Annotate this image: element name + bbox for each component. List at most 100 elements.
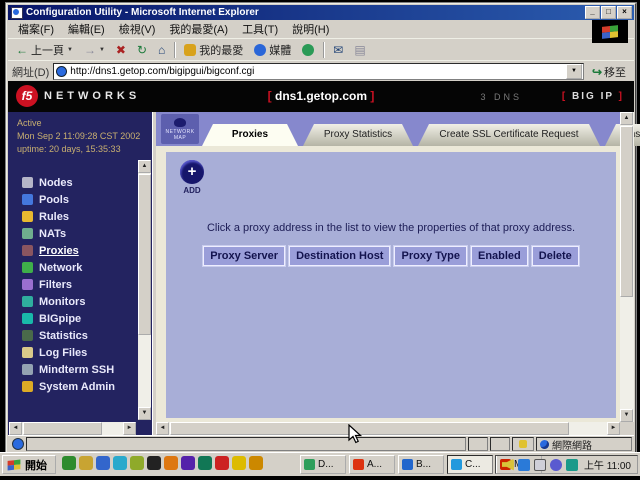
start-button[interactable]: 開始 (2, 455, 56, 474)
quick-launch-icon[interactable] (215, 456, 229, 470)
sidebar-item[interactable]: Statistics (8, 327, 136, 344)
sidebar-item[interactable]: Network (8, 259, 136, 276)
sidebar-item[interactable]: Mindterm SSH (8, 361, 136, 378)
favorites-button[interactable]: 我的最愛 (180, 41, 247, 59)
table-header-cell[interactable]: Proxy Type (394, 246, 467, 266)
quick-launch-icon[interactable] (164, 456, 178, 470)
forward-dropdown-icon[interactable]: ▼ (99, 47, 105, 53)
tab[interactable]: Proxy Statistics (303, 124, 413, 146)
scrollbar-thumb[interactable] (170, 422, 569, 435)
tab[interactable]: Proxies (202, 124, 298, 146)
quick-launch-icon[interactable] (79, 456, 93, 470)
proxies-panel: + ADD Click a proxy address in the list … (156, 146, 620, 422)
sidebar-item[interactable]: Nodes (8, 174, 136, 191)
link-3dns[interactable]: 3 DNS (480, 92, 522, 102)
taskbar-window-button[interactable]: D... (300, 455, 346, 474)
tray-app-icon[interactable] (550, 459, 562, 471)
instruction-text: Click a proxy address in the list to vie… (166, 222, 616, 234)
sidebar: ActiveMon Sep 2 11:09:28 CST 2002uptime:… (8, 112, 152, 436)
sidebar-item[interactable]: Monitors (8, 293, 136, 310)
address-input[interactable]: http://dns1.getop.com/bigipgui/bigconf.c… (53, 63, 584, 80)
sidebar-item-icon (22, 330, 33, 341)
status-line: Mon Sep 2 11:09:28 CST 2002 (17, 130, 140, 143)
add-proxy-button[interactable]: + (180, 160, 204, 184)
display-icon[interactable] (534, 459, 546, 471)
stop-button[interactable]: ✖ (112, 43, 130, 57)
table-header-cell[interactable]: Delete (532, 246, 579, 266)
scroll-down-icon[interactable]: ▼ (138, 407, 151, 420)
scrollbar-thumb[interactable] (138, 174, 151, 335)
sidebar-item[interactable]: Rules (8, 208, 136, 225)
message-icon[interactable] (518, 459, 530, 471)
scroll-right-icon[interactable]: ► (123, 422, 136, 435)
table-header-cell[interactable]: Proxy Server (203, 246, 285, 266)
back-button[interactable]: ← 上一頁 ▼ (12, 41, 77, 59)
quick-launch-icon[interactable] (147, 456, 161, 470)
back-dropdown-icon[interactable]: ▼ (67, 47, 73, 53)
taskbar: 開始 D... A... B... C... M... (0, 452, 640, 476)
quick-launch-icon[interactable] (181, 456, 195, 470)
quick-launch-icon[interactable] (198, 456, 212, 470)
sidebar-item[interactable]: Proxies (8, 242, 136, 259)
sidebar-vertical-scrollbar[interactable]: ▲ ▼ (138, 160, 151, 420)
menu-item[interactable]: 我的最愛(A) (163, 20, 234, 38)
sidebar-item[interactable]: NATs (8, 225, 136, 242)
link-bigip[interactable]: [ BIG IP ] (562, 91, 624, 102)
quick-launch-icon[interactable] (62, 456, 76, 470)
title-bar[interactable]: Configuration Utility - Microsoft Intern… (8, 5, 634, 20)
go-button[interactable]: ↪ 移至 (588, 64, 630, 80)
history-button[interactable] (298, 43, 318, 57)
scrollbar-thumb[interactable] (620, 126, 633, 297)
network-map-button[interactable]: NETWORK MAP (161, 114, 199, 144)
sidebar-item[interactable]: Filters (8, 276, 136, 293)
menu-item[interactable]: 檔案(F) (12, 20, 60, 38)
sidebar-item[interactable]: Pools (8, 191, 136, 208)
address-dropdown-button[interactable]: ▼ (566, 64, 582, 79)
menu-item[interactable]: 編輯(E) (62, 20, 111, 38)
quick-launch-icon[interactable] (130, 456, 144, 470)
tab[interactable]: Create SSL Certificate Request (418, 124, 600, 146)
scroll-down-icon[interactable]: ▼ (620, 409, 633, 422)
menu-item[interactable]: 檢視(V) (113, 20, 162, 38)
network-map-icon (174, 118, 186, 127)
url-text[interactable]: http://dns1.getop.com/bigipgui/bigconf.c… (70, 66, 563, 77)
quick-launch-icon[interactable] (232, 456, 246, 470)
forward-button[interactable]: → ▼ (80, 43, 109, 57)
scroll-left-icon[interactable]: ◄ (156, 422, 169, 435)
sidebar-horizontal-scrollbar[interactable]: ◄ ► (9, 422, 136, 435)
scroll-up-icon[interactable]: ▲ (620, 112, 633, 125)
main-horizontal-scrollbar[interactable]: ◄ ► (156, 422, 620, 436)
maximize-button[interactable]: □ (601, 6, 616, 19)
table-header-cell[interactable]: Enabled (471, 246, 528, 266)
table-header-cell[interactable]: Destination Host (289, 246, 390, 266)
sidebar-item-label: NATs (39, 228, 66, 240)
media-button[interactable]: 媒體 (250, 41, 295, 59)
network-status-icon[interactable] (566, 459, 578, 471)
quick-launch-icon[interactable] (96, 456, 110, 470)
sidebar-item-icon (22, 279, 33, 290)
minimize-button[interactable]: _ (585, 6, 600, 19)
scroll-left-icon[interactable]: ◄ (9, 422, 22, 435)
sidebar-item[interactable]: BIGpipe (8, 310, 136, 327)
main-vertical-scrollbar[interactable]: ▲ ▼ (620, 112, 634, 422)
security-icon (519, 440, 527, 448)
status-pane (512, 437, 534, 451)
volume-icon[interactable] (502, 459, 514, 471)
quick-launch-icon[interactable] (249, 456, 263, 470)
menu-item[interactable]: 說明(H) (286, 20, 335, 38)
print-button[interactable]: ▤ (350, 43, 369, 57)
quick-launch-icon[interactable] (113, 456, 127, 470)
close-button[interactable]: × (617, 6, 632, 19)
taskbar-window-button[interactable]: C... (447, 455, 493, 474)
scrollbar-thumb[interactable] (23, 422, 102, 435)
taskbar-window-button[interactable]: A... (349, 455, 395, 474)
sidebar-item[interactable]: Log Files (8, 344, 136, 361)
scroll-up-icon[interactable]: ▲ (138, 160, 151, 173)
mail-button[interactable]: ✉ (329, 43, 347, 57)
menu-item[interactable]: 工具(T) (236, 20, 284, 38)
taskbar-window-button[interactable]: B... (398, 455, 444, 474)
refresh-button[interactable]: ↻ (133, 43, 151, 57)
home-button[interactable]: ⌂ (154, 43, 169, 57)
scroll-right-icon[interactable]: ► (607, 422, 620, 435)
sidebar-item[interactable]: System Admin (8, 378, 136, 395)
